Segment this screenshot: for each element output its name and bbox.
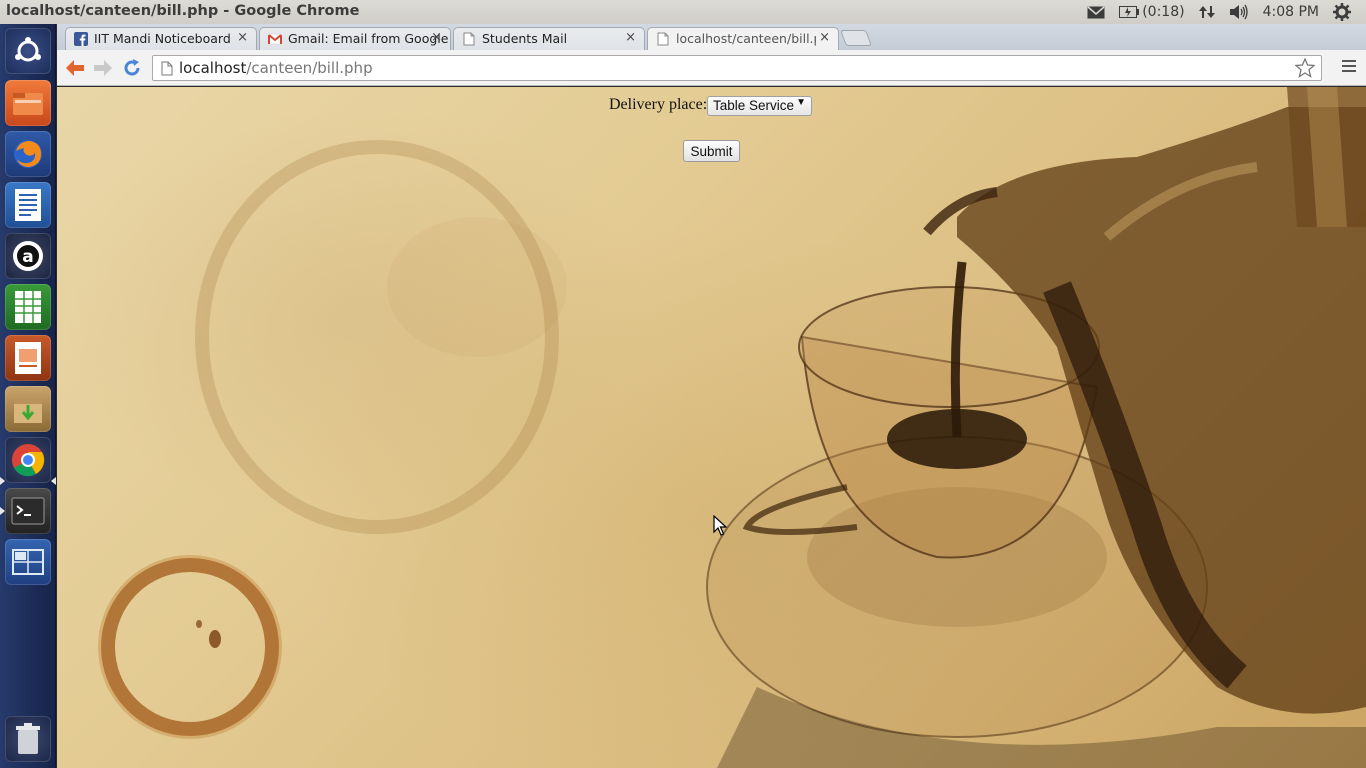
spreadsheet-icon xyxy=(15,291,41,323)
amazon-launcher[interactable]: a xyxy=(5,233,51,279)
calc-launcher[interactable] xyxy=(5,284,51,330)
url-text: localhost/canteen/bill.php xyxy=(179,59,373,77)
tab-close-icon[interactable]: × xyxy=(431,30,442,45)
back-arrow-icon xyxy=(66,60,84,76)
tab-label: localhost/canteen/bill.php xyxy=(676,31,816,46)
terminal-launcher[interactable] xyxy=(5,488,51,534)
tab-close-icon[interactable]: × xyxy=(625,30,636,45)
window-title: localhost/canteen/bill.php - Google Chro… xyxy=(6,3,360,19)
focused-indicator xyxy=(51,477,56,485)
running-indicator xyxy=(0,507,5,515)
clock[interactable]: 4:08 PM xyxy=(1256,0,1326,24)
amazon-icon: a xyxy=(13,241,43,271)
dropdown-arrow-icon: ▼ xyxy=(796,97,806,108)
bookmark-star-icon[interactable] xyxy=(1295,58,1315,78)
update-launcher[interactable] xyxy=(5,386,51,432)
battery-indicator[interactable]: (0:18) xyxy=(1112,0,1191,24)
tab-students-mail[interactable]: Students Mail × xyxy=(453,27,645,50)
url-host: localhost xyxy=(179,59,247,77)
writer-launcher[interactable] xyxy=(5,182,51,228)
page-icon xyxy=(463,32,475,46)
folder-icon xyxy=(13,93,43,115)
coffee-background-image xyxy=(98,87,1366,768)
submit-button[interactable]: Submit xyxy=(683,140,740,162)
address-bar[interactable]: localhost/canteen/bill.php xyxy=(152,55,1322,81)
mail-icon[interactable] xyxy=(1080,0,1112,24)
terminal-icon xyxy=(11,497,45,525)
tab-label: IIT Mandi Noticeboard xyxy=(94,31,231,46)
facebook-icon xyxy=(74,32,88,46)
gmail-icon xyxy=(268,33,282,45)
delivery-place-label: Delivery place: xyxy=(609,96,708,113)
trash-icon xyxy=(16,723,40,754)
tab-gmail[interactable]: Gmail: Email from Google × xyxy=(259,27,451,50)
tab-bill-php[interactable]: localhost/canteen/bill.php × xyxy=(647,27,839,51)
reload-icon xyxy=(124,59,140,76)
document-icon xyxy=(15,189,41,221)
tab-close-icon[interactable]: × xyxy=(819,30,830,45)
unity-launcher: a xyxy=(0,24,56,768)
tab-strip: IIT Mandi Noticeboard × Gmail: Email fro… xyxy=(57,24,1366,51)
tab-label: Students Mail xyxy=(482,31,568,46)
presentation-icon xyxy=(15,342,41,374)
reload-button[interactable] xyxy=(121,57,143,79)
delivery-place-select[interactable]: Table Service ▼ xyxy=(707,96,812,116)
forward-button[interactable] xyxy=(92,57,114,79)
ubuntu-logo-icon xyxy=(15,37,41,62)
settings-gear-icon[interactable] xyxy=(1326,0,1358,24)
page-icon xyxy=(657,32,669,46)
firefox-icon xyxy=(14,140,42,168)
download-box-icon xyxy=(14,399,42,423)
system-top-panel: localhost/canteen/bill.php - Google Chro… xyxy=(0,0,1366,24)
trash-launcher[interactable] xyxy=(5,716,51,762)
back-button[interactable] xyxy=(64,57,86,79)
new-tab-button[interactable] xyxy=(840,30,872,46)
workspaces-icon xyxy=(12,549,44,575)
volume-icon[interactable] xyxy=(1222,0,1256,24)
page-content: Delivery place: Table Service ▼ Submit xyxy=(57,87,1366,768)
battery-icon xyxy=(1119,6,1140,18)
chrome-launcher[interactable] xyxy=(5,437,51,483)
indicator-area: (0:18) 4:08 PM xyxy=(1080,0,1358,24)
files-launcher[interactable] xyxy=(5,80,51,126)
impress-launcher[interactable] xyxy=(5,335,51,381)
chrome-menu-icon[interactable] xyxy=(1342,60,1356,75)
page-icon xyxy=(161,61,173,76)
chrome-icon xyxy=(12,444,45,477)
tab-close-icon[interactable]: × xyxy=(237,30,248,45)
delivery-place-value: Table Service xyxy=(713,98,795,113)
browser-toolbar: localhost/canteen/bill.php xyxy=(57,50,1366,86)
ubuntu-dash-button[interactable] xyxy=(5,28,51,74)
svg-text:a: a xyxy=(22,247,33,267)
mouse-cursor-icon xyxy=(713,515,727,536)
running-indicator xyxy=(0,477,5,485)
tab-label: Gmail: Email from Google xyxy=(288,31,449,46)
network-icon[interactable] xyxy=(1192,0,1222,24)
tab-iit-mandi[interactable]: IIT Mandi Noticeboard × xyxy=(65,27,257,50)
battery-time: (0:18) xyxy=(1142,4,1185,20)
firefox-launcher[interactable] xyxy=(5,131,51,177)
workspace-switcher[interactable] xyxy=(5,539,51,585)
forward-arrow-icon xyxy=(94,60,112,76)
url-path: /canteen/bill.php xyxy=(246,59,373,77)
